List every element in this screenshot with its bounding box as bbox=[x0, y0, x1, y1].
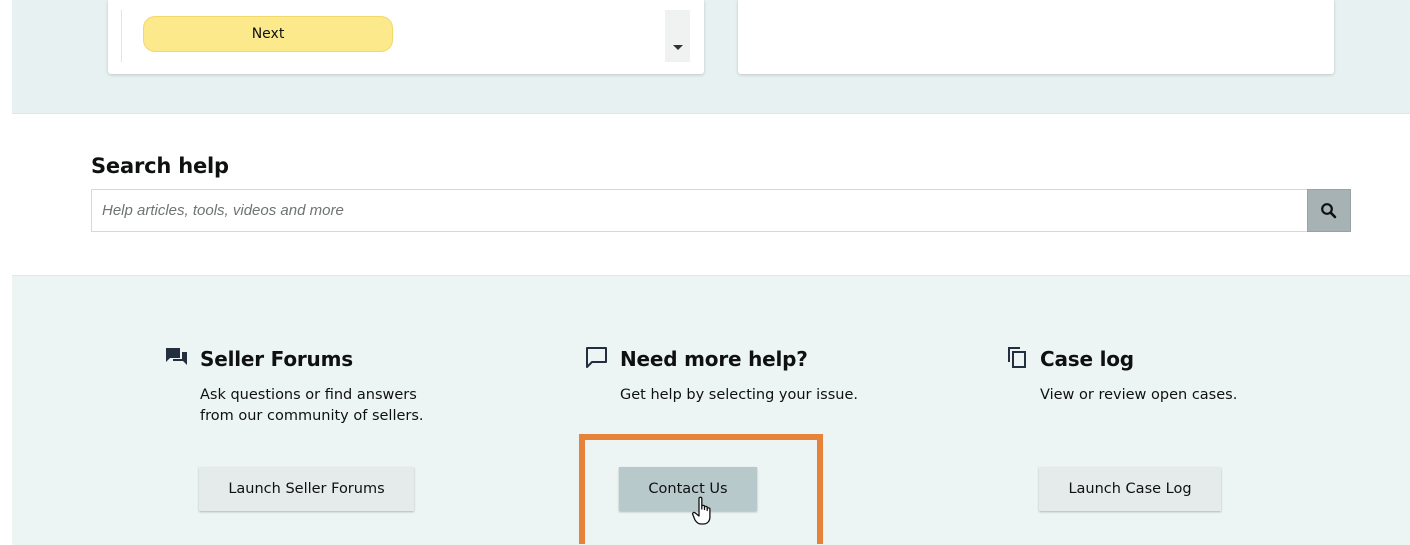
right-card bbox=[738, 0, 1334, 74]
caret-down-icon[interactable] bbox=[672, 45, 683, 50]
contact-us-button[interactable]: Contact Us bbox=[619, 467, 757, 511]
case-log-title: Case log bbox=[1040, 347, 1134, 371]
seller-forums-description: Ask questions or find answers from our c… bbox=[200, 387, 424, 424]
search-input[interactable] bbox=[91, 189, 1307, 232]
search-button[interactable] bbox=[1307, 189, 1351, 232]
speech-bubble-icon bbox=[586, 347, 607, 368]
search-help-title: Search help bbox=[91, 154, 229, 178]
need-more-help-description: Get help by selecting your issue. bbox=[620, 387, 858, 403]
next-button[interactable]: Next bbox=[143, 16, 393, 52]
need-more-help-title: Need more help? bbox=[620, 347, 808, 371]
hand-cursor-icon bbox=[691, 496, 711, 525]
launch-case-log-button[interactable]: Launch Case Log bbox=[1039, 467, 1221, 511]
issue-wizard-card: Next bbox=[108, 0, 704, 74]
seller-forums-title: Seller Forums bbox=[200, 347, 353, 371]
copy-pages-icon bbox=[1008, 347, 1026, 368]
case-log-description: View or review open cases. bbox=[1040, 387, 1238, 403]
search-icon bbox=[1321, 202, 1337, 218]
card-divider bbox=[121, 10, 122, 62]
dropdown-scroll[interactable] bbox=[665, 10, 690, 62]
forum-chat-icon bbox=[166, 348, 187, 365]
launch-seller-forums-button[interactable]: Launch Seller Forums bbox=[199, 467, 414, 511]
